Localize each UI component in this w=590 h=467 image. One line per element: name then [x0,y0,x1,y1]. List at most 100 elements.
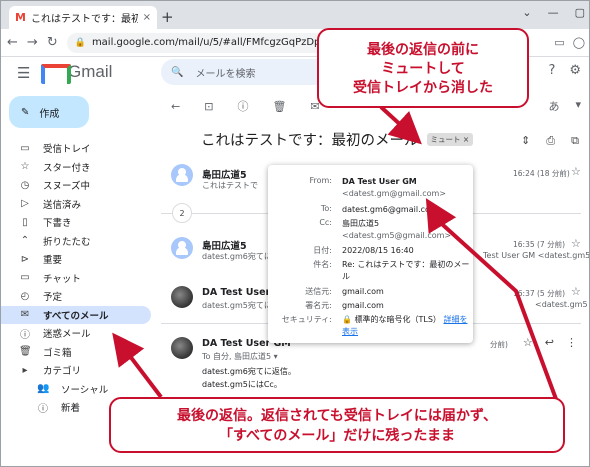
search-input[interactable]: メールを検索 [195,65,255,80]
important-icon: ⊳ [20,253,30,265]
browser-window: M これはテストです：最初のメール - da × + ⌄ — ▢ ← → ↻ 🔒… [0,0,590,467]
mailed-by-label: 送信元: [305,287,332,296]
callout-top-line: ミュートして [381,61,465,77]
thread-subject: これはテストです：最初のメール [201,133,419,149]
avatar [171,164,193,186]
language-icon[interactable]: あ [548,98,559,114]
pencil-icon: ✎ [21,106,30,118]
sidebar-item-label: 迷惑メール [43,329,91,341]
star-icon[interactable]: ☆ [523,336,533,349]
mute-label-chip[interactable]: ミュート × [426,133,474,146]
star-icon[interactable]: ☆ [571,165,581,178]
message-sender[interactable]: 島田広道5 [202,238,247,252]
sidebar-item[interactable]: ▸ カテゴリ [1,361,151,380]
signed-by-label: 署名元: [305,301,332,310]
message-preview[interactable]: datest.gm6宛てに [202,251,272,262]
new-tab-button[interactable]: + [161,8,174,26]
settings-icon[interactable]: ⚙ [569,63,581,78]
sidebar-item[interactable]: ⌃ 折りたたむ [1,232,151,251]
sidebar-item-label: スター付き [43,162,91,174]
profile-icon[interactable]: ◯ [573,36,585,49]
sidebar-item[interactable]: ☆ スター付き [1,158,151,177]
search-icon[interactable]: 🔍 [171,67,183,78]
delete-icon[interactable]: 🗑 [272,100,286,113]
spam-icon: ⓘ [20,329,30,341]
chevron-down-icon[interactable]: ▾ [575,98,581,114]
sidebar-item[interactable]: ◴ 予定 [1,287,151,306]
callout-bottom-line: 「すべてのメール」だけに残ったまま [218,428,456,444]
sidebar-item[interactable]: ⓘ 迷惑メール [1,324,151,343]
more-options-icon[interactable]: ⋮ [566,336,577,349]
sidebar-item[interactable]: ▷ 送信済み [1,195,151,214]
tab-strip: M これはテストです：最初のメール - da × + ⌄ — ▢ [1,1,589,29]
clock-icon: ◷ [20,179,30,191]
recipients-toggle[interactable]: To 自分, 島田広道5 ▾ [202,351,278,362]
chat-icon: ▭ [20,272,30,284]
maximize-icon[interactable]: ▢ [575,6,585,19]
back-to-list-icon[interactable]: ← [171,100,180,113]
sidebar-item[interactable]: ▯ 下書き [1,213,151,232]
message-preview[interactable]: datest.gm5宛てに [202,300,272,311]
category-icon: ▸ [22,364,28,376]
gmail-logo[interactable]: Gmail [41,62,112,84]
sidebar-item-label: すべてのメール [43,310,109,322]
sidebar-item[interactable]: ✉ すべてのメール [1,305,151,324]
archive-icon[interactable]: ⊡ [204,100,213,113]
from-label: From: [309,176,332,185]
sidebar-item[interactable]: ▭ チャット [1,269,151,288]
sidebar-item[interactable]: ⊳ 重要 [1,250,151,269]
security-value: 🔒 標準的な暗号化（TLS） [342,315,441,324]
sidebar-item[interactable]: 👥 ソーシャル [1,380,151,399]
print-icon[interactable]: ⎙ [546,134,555,148]
forward-icon[interactable]: → [27,35,38,50]
inbox-icon: ▭ [20,142,30,154]
new-window-icon[interactable]: ⧉ [571,134,579,148]
sidebar-item-label: 下書き [43,218,72,230]
sidebar-item-label: 重要 [43,255,63,267]
to-address: datest.gm6@gmail.com [342,205,438,214]
callout-top-line: 最後の返信の前に [367,42,479,58]
avatar [171,337,193,359]
browser-tab[interactable]: M これはテストです：最初のメール - da × [9,6,157,29]
reload-icon[interactable]: ↻ [47,35,58,50]
compose-button[interactable]: ✎ 作成 [9,96,89,128]
callout-top-line: 受信トレイから消した [353,80,493,96]
extension-icon[interactable]: ▭ [554,36,564,49]
sidebar-item-label: チャット [43,273,81,285]
trash-icon: 🗑 [19,346,32,358]
chevron-up-icon: ⌃ [20,235,30,247]
sidebar-nav: ▭ 受信トレイ ☆ スター付き ◷ スヌーズ中 ▷ 送信済み ▯ 下書き ⌃ 折りたたむ ⊳ 重要 ▭ チャッ… [1,139,151,417]
gmail-m-icon [41,64,71,84]
minimize-icon[interactable]: — [548,6,559,19]
message-date: 16:24 (18 分前) [513,169,570,178]
sidebar-item-label: ソーシャル [61,384,109,396]
sidebar-item[interactable]: ◷ スヌーズ中 [1,176,151,195]
thread-subject-row: これはテストです：最初のメール ミュート × [201,129,474,150]
sidebar-item[interactable]: ▭ 受信トレイ [1,139,151,158]
message-date: 16:37 (5 分前) [513,289,566,298]
tab-close-icon[interactable]: × [143,12,151,23]
star-icon[interactable]: ☆ [571,237,581,250]
callout-top: 最後の返信の前に ミュートして 受信トレイから消した [317,28,529,108]
message-body-line: datest.gm5にはCc。 [202,380,282,389]
message-preview[interactable]: これはテストで [202,180,258,191]
cc-address: <datest.gm5@gmail.com> [342,231,452,240]
reply-icon[interactable]: ↩ [545,336,554,349]
message-sender[interactable]: 島田広道5 [202,167,247,181]
sidebar-item-label: 送信済み [43,199,82,211]
callout-bottom: 最後の返信。返信されても受信トレイには届かず、 「すべてのメール」だけに残ったま… [109,397,565,453]
cc-name: 島田広道5 [342,219,380,228]
tab-search-icon[interactable]: ⌄ [522,6,531,19]
back-icon[interactable]: ← [7,35,18,50]
message-date: 分前) [490,340,508,349]
main-menu-icon[interactable]: ☰ [17,64,30,82]
expand-all-icon[interactable]: ⇕ [521,134,530,148]
report-spam-icon[interactable]: ⓘ [237,98,248,114]
lock-icon: 🔒 [74,37,86,48]
star-icon[interactable]: ☆ [571,285,581,298]
sidebar-item[interactable]: 🗑 ゴミ箱 [1,343,151,362]
sidebar-item-label: 折りたたむ [43,236,91,248]
scheduled-icon: ◴ [20,290,30,302]
support-icon[interactable]: ? [548,63,555,78]
collapsed-messages-count[interactable]: 2 [172,203,192,223]
